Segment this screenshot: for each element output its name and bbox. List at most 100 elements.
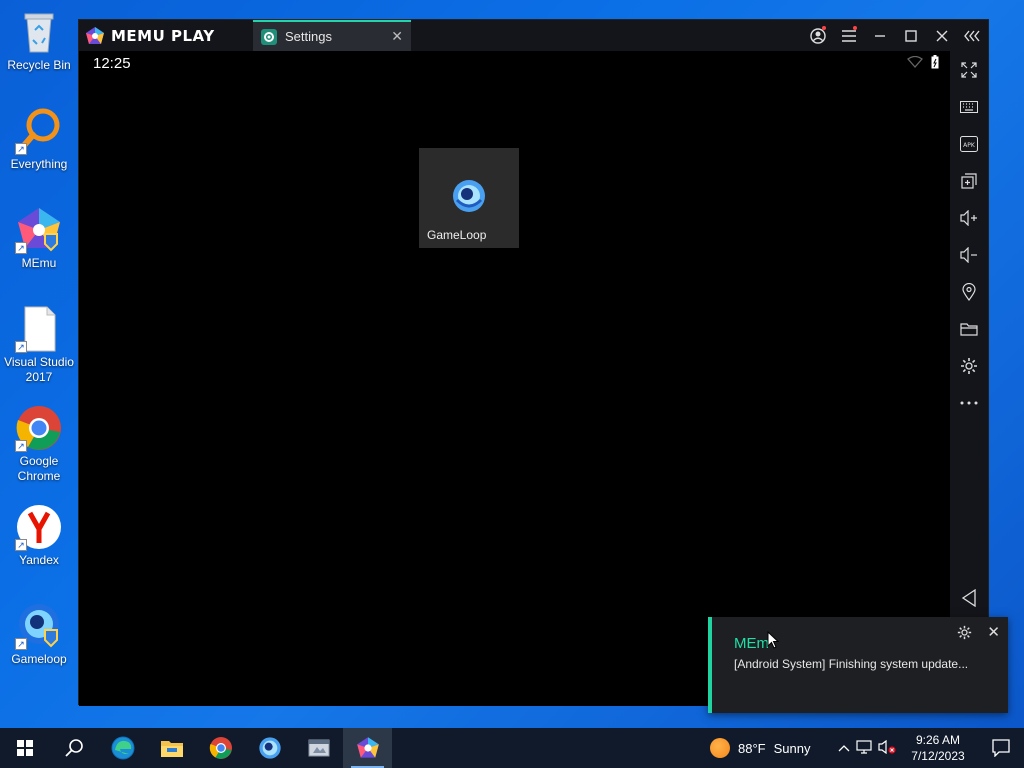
close-icon xyxy=(936,30,947,41)
desktop-icon-label: Everything xyxy=(10,157,68,171)
search-icon xyxy=(64,739,83,757)
recycle-bin-icon xyxy=(15,8,63,56)
taskbar-memu[interactable] xyxy=(343,728,392,768)
taskbar-edge[interactable] xyxy=(98,728,147,768)
collapse-sidebar-button[interactable] xyxy=(957,20,988,51)
shortcut-arrow-icon: ↗ xyxy=(15,341,27,353)
notification-title: MEm xyxy=(734,635,769,652)
desktop-icon-gameloop[interactable]: ↗ Gameloop xyxy=(0,602,78,667)
volume-down-icon xyxy=(960,246,977,263)
edge-icon xyxy=(111,736,134,760)
memu-logo-icon xyxy=(86,26,104,44)
memu-window: MEMU PLAY Settings ✕ 12:25 GameLoop APK xyxy=(78,19,989,706)
desktop-icon-memu[interactable]: ↗ MEmu xyxy=(0,206,78,271)
clock-date: 7/12/2023 xyxy=(911,749,965,763)
volume-muted-icon[interactable] xyxy=(878,739,896,757)
search-button[interactable] xyxy=(49,728,98,768)
settings-app-icon xyxy=(261,28,277,45)
shortcut-arrow-icon: ↗ xyxy=(15,539,27,551)
network-icon[interactable] xyxy=(856,739,872,757)
multi-instance-icon xyxy=(961,172,977,189)
gameloop-icon xyxy=(258,737,281,759)
show-hidden-icons-icon[interactable] xyxy=(838,741,850,755)
taskbar-app-window[interactable] xyxy=(294,728,343,768)
location-icon xyxy=(962,282,976,301)
sunny-weather-icon xyxy=(710,738,730,758)
shortcut-arrow-icon: ↗ xyxy=(15,242,27,254)
start-button[interactable] xyxy=(0,728,49,768)
desktop-icon-label: Google Chrome xyxy=(17,454,61,483)
tab-settings[interactable]: Settings ✕ xyxy=(253,20,411,51)
settings-button[interactable] xyxy=(950,347,988,384)
shortcut-arrow-icon: ↗ xyxy=(15,440,27,452)
maximize-icon xyxy=(904,29,917,42)
memu-icon: ↗ xyxy=(15,206,63,254)
notification-close-icon[interactable]: ✕ xyxy=(987,623,1000,641)
triple-chevron-left-icon xyxy=(963,30,980,41)
shared-folder-button[interactable] xyxy=(950,310,988,347)
apk-install-button[interactable]: APK xyxy=(950,125,988,162)
apk-icon: APK xyxy=(960,135,978,152)
weather-widget[interactable]: 88°F Sunny xyxy=(710,728,810,768)
taskbar-file-explorer[interactable] xyxy=(147,728,196,768)
chrome-icon: ↗ xyxy=(15,404,63,452)
weather-condition: Sunny xyxy=(773,740,811,756)
location-button[interactable] xyxy=(950,273,988,310)
shortcut-arrow-icon: ↗ xyxy=(15,143,27,155)
app-tile-gameloop[interactable]: GameLoop xyxy=(419,148,519,248)
account-button[interactable] xyxy=(802,20,833,51)
tab-close-icon[interactable]: ✕ xyxy=(391,28,403,45)
keyboard-icon xyxy=(960,100,978,113)
keyboard-mapping-button[interactable] xyxy=(950,88,988,125)
desktop-icon-visual-studio[interactable]: ↗ Visual Studio 2017 xyxy=(0,305,78,385)
gameloop-icon: ↗ xyxy=(15,602,63,650)
notification-settings-icon[interactable] xyxy=(957,625,972,645)
more-icon xyxy=(960,401,978,404)
desktop-icon-chrome[interactable]: ↗ Google Chrome xyxy=(0,404,78,484)
android-screen[interactable]: 12:25 GameLoop xyxy=(79,51,951,706)
app-tile-label: GameLoop xyxy=(427,228,487,242)
title-bar: MEMU PLAY Settings ✕ xyxy=(79,20,988,51)
taskbar-gameloop[interactable] xyxy=(245,728,294,768)
file-explorer-icon xyxy=(160,741,183,757)
settings-icon xyxy=(961,357,977,374)
fullscreen-button[interactable] xyxy=(950,51,988,88)
gameloop-icon xyxy=(453,180,485,212)
system-tray xyxy=(838,728,896,768)
folder-icon xyxy=(960,322,978,336)
volume-down-button[interactable] xyxy=(950,236,988,273)
action-center-icon[interactable] xyxy=(992,739,1010,762)
clock-time: 9:26 AM xyxy=(915,733,961,747)
tab-label: Settings xyxy=(285,29,332,44)
minimize-button[interactable] xyxy=(864,20,895,51)
close-button[interactable] xyxy=(926,20,957,51)
volume-up-icon xyxy=(960,209,977,226)
android-clock: 12:25 xyxy=(93,55,131,72)
yandex-icon: ↗ xyxy=(15,503,63,551)
notification-dot xyxy=(822,26,826,30)
emulator-toolbar: APK xyxy=(950,51,988,706)
taskbar-chrome[interactable] xyxy=(196,728,245,768)
fullscreen-icon xyxy=(961,61,977,78)
notification-message: [Android System] Finishing system update… xyxy=(734,657,969,671)
hamburger-icon xyxy=(841,29,856,42)
android-back-button[interactable] xyxy=(950,579,988,616)
weather-temperature: 88°F xyxy=(738,740,766,756)
desktop-icon-everything[interactable]: ↗ Everything xyxy=(0,107,78,172)
desktop-icon-yandex[interactable]: ↗ Yandex xyxy=(0,503,78,568)
chrome-icon xyxy=(209,737,232,759)
multi-instance-button[interactable] xyxy=(950,162,988,199)
notification-dot xyxy=(853,26,857,30)
desktop-icon-label: Recycle Bin xyxy=(7,58,71,72)
maximize-button[interactable] xyxy=(895,20,926,51)
app-window-icon xyxy=(308,739,329,757)
menu-button[interactable] xyxy=(833,20,864,51)
svg-text:APK: APK xyxy=(963,142,976,149)
minimize-icon xyxy=(874,34,885,37)
more-button[interactable] xyxy=(950,384,988,421)
notification-toast[interactable]: MEm [Android System] Finishing system up… xyxy=(708,617,1008,713)
desktop-icon-recycle-bin[interactable]: Recycle Bin xyxy=(0,8,78,73)
desktop-icon-label: MEmu xyxy=(21,256,57,270)
volume-up-button[interactable] xyxy=(950,199,988,236)
taskbar-clock[interactable]: 9:26 AM 7/12/2023 xyxy=(906,732,970,764)
